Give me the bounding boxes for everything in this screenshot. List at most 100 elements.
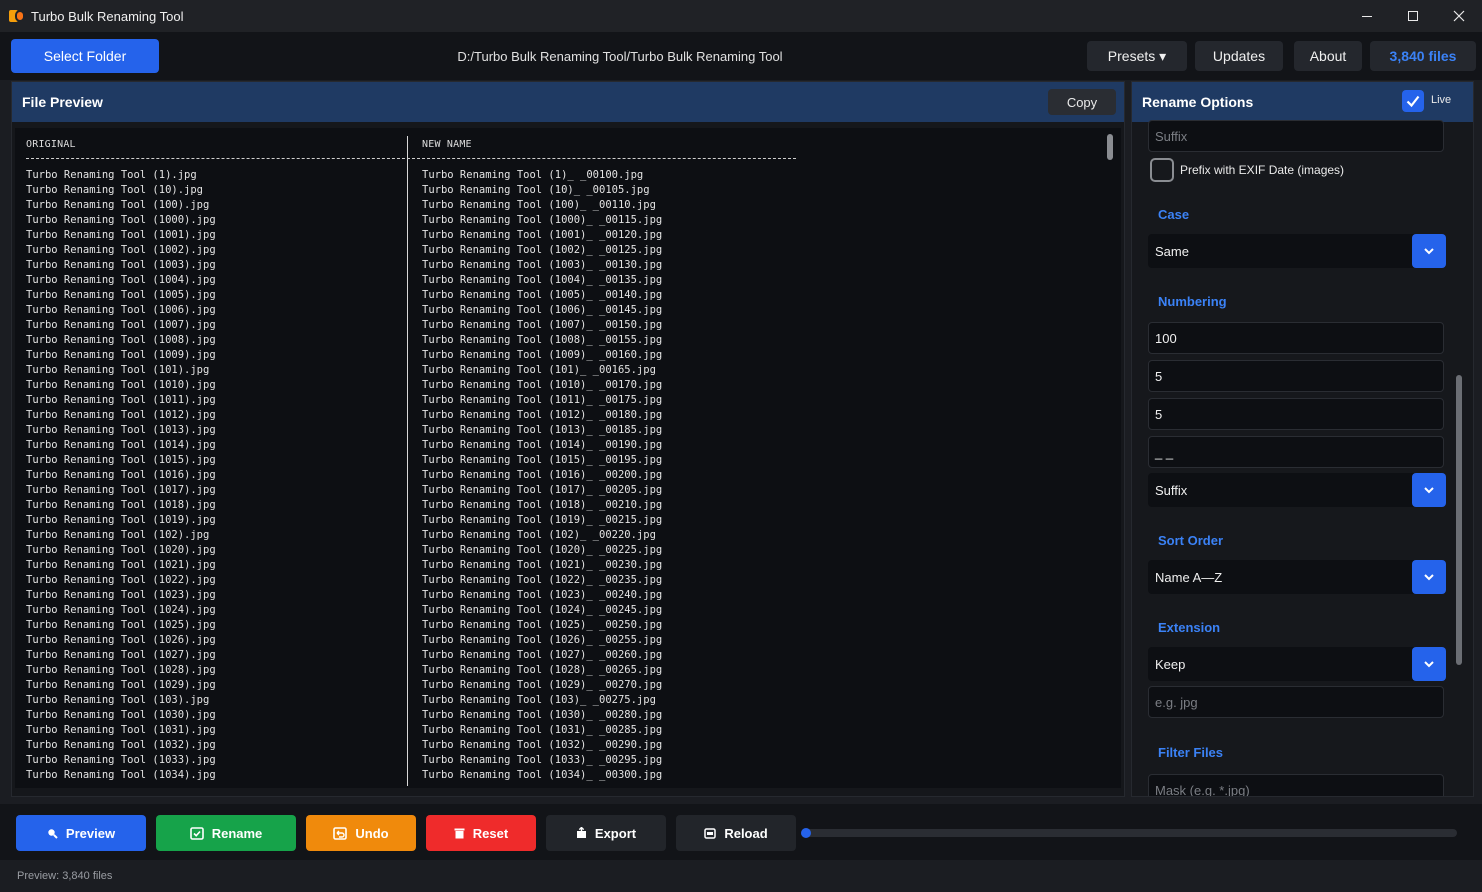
original-filename: Turbo Renaming Tool (1032).jpg (26, 739, 216, 751)
original-filename: Turbo Renaming Tool (1013).jpg (26, 424, 216, 436)
original-filename: Turbo Renaming Tool (1024).jpg (26, 604, 216, 616)
chevron-down-icon[interactable] (1412, 473, 1446, 507)
original-filename: Turbo Renaming Tool (1031).jpg (26, 724, 216, 736)
original-filename: Turbo Renaming Tool (1016).jpg (26, 469, 216, 481)
action-bar: Preview Rename Undo Reset Export Reload (0, 804, 1482, 860)
numbering-start-input[interactable]: 100 (1148, 322, 1444, 354)
new-filename: Turbo Renaming Tool (1031)_ _00285.jpg (422, 724, 663, 736)
undo-label: Undo (355, 825, 389, 841)
original-filename: Turbo Renaming Tool (1004).jpg (26, 274, 216, 286)
reload-icon (704, 827, 717, 839)
sort-order-select[interactable]: Name A—Z (1148, 560, 1446, 594)
new-filename: Turbo Renaming Tool (102)_ _00220.jpg (422, 529, 656, 541)
filter-mask-input[interactable]: Mask (e.g. *.jpg) (1148, 774, 1444, 796)
exif-date-checkbox[interactable] (1150, 158, 1174, 182)
numbering-position-value: Suffix (1155, 482, 1188, 498)
filter-files-section-title: Filter Files (1158, 745, 1224, 760)
new-filename: Turbo Renaming Tool (1008)_ _00155.jpg (422, 334, 663, 346)
minimize-icon (1362, 15, 1372, 17)
original-filename: Turbo Renaming Tool (100).jpg (26, 199, 210, 211)
reset-button[interactable]: Reset (426, 815, 536, 851)
original-filename: Turbo Renaming Tool (1025).jpg (26, 619, 216, 631)
new-filename: Turbo Renaming Tool (1013)_ _00185.jpg (422, 424, 663, 436)
new-filename: Turbo Renaming Tool (1011)_ _00175.jpg (422, 394, 663, 406)
sort-order-value: Name A—Z (1155, 569, 1223, 585)
select-folder-button[interactable]: Select Folder (11, 39, 159, 73)
live-checkbox[interactable] (1402, 90, 1424, 112)
extension-input[interactable]: e.g. jpg (1148, 686, 1444, 718)
original-filename: Turbo Renaming Tool (1002).jpg (26, 244, 216, 256)
extension-select[interactable]: Keep (1148, 647, 1446, 681)
original-filename: Turbo Renaming Tool (1007).jpg (26, 319, 216, 331)
original-filename: Turbo Renaming Tool (1034).jpg (26, 769, 216, 781)
window-controls (1344, 0, 1482, 32)
new-filename: Turbo Renaming Tool (1003)_ _00130.jpg (422, 259, 663, 271)
original-filename: Turbo Renaming Tool (1026).jpg (26, 634, 216, 646)
new-filename: Turbo Renaming Tool (1012)_ _00180.jpg (422, 409, 663, 421)
new-filename: Turbo Renaming Tool (1017)_ _00205.jpg (422, 484, 663, 496)
undo-button[interactable]: Undo (306, 815, 416, 851)
numbering-step-input[interactable]: 5 (1148, 360, 1444, 392)
rename-options-header: Rename Options Live (1132, 82, 1473, 122)
title-bar: Turbo Bulk Renaming Tool (0, 0, 1482, 32)
original-filename: Turbo Renaming Tool (1).jpg (26, 169, 197, 181)
original-filename: Turbo Renaming Tool (1021).jpg (26, 559, 216, 571)
presets-button[interactable]: Presets ▾ (1087, 41, 1187, 71)
original-filename: Turbo Renaming Tool (1008).jpg (26, 334, 216, 346)
new-filename: Turbo Renaming Tool (1018)_ _00210.jpg (422, 499, 663, 511)
copy-button[interactable]: Copy (1048, 89, 1116, 115)
new-filename: Turbo Renaming Tool (1016)_ _00200.jpg (422, 469, 663, 481)
new-filename: Turbo Renaming Tool (1019)_ _00215.jpg (422, 514, 663, 526)
options-scrollbar[interactable] (1456, 375, 1462, 665)
new-filename: Turbo Renaming Tool (101)_ _00165.jpg (422, 364, 656, 376)
numbering-position-select[interactable]: Suffix (1148, 473, 1446, 507)
case-select[interactable]: Same (1148, 234, 1446, 268)
case-section-title: Case (1158, 207, 1190, 222)
column-separator (407, 136, 408, 786)
rename-options-panel: Rename Options Live Suffix Prefix with E… (1131, 81, 1474, 797)
close-button[interactable] (1436, 0, 1482, 32)
new-filename: Turbo Renaming Tool (1032)_ _00290.jpg (422, 739, 663, 751)
suffix-input[interactable]: Suffix (1148, 120, 1444, 152)
new-filename: Turbo Renaming Tool (1)_ _00100.jpg (422, 169, 644, 181)
export-label: Export (594, 825, 637, 841)
original-filename: Turbo Renaming Tool (1015).jpg (26, 454, 216, 466)
maximize-icon (1408, 11, 1418, 21)
live-label: Live (1431, 94, 1452, 106)
search-icon (48, 828, 58, 839)
preview-scrollbar[interactable] (1107, 134, 1113, 160)
chevron-down-icon[interactable] (1412, 647, 1446, 681)
rename-label: Rename (211, 825, 263, 841)
numbering-separator-input[interactable]: _ _ (1148, 436, 1444, 468)
reload-button[interactable]: Reload (676, 815, 796, 851)
export-button[interactable]: Export (546, 815, 666, 851)
preview-button[interactable]: Preview (16, 815, 146, 851)
new-filename: Turbo Renaming Tool (1025)_ _00250.jpg (422, 619, 663, 631)
new-filename: Turbo Renaming Tool (103)_ _00275.jpg (422, 694, 656, 706)
original-filename: Turbo Renaming Tool (1000).jpg (26, 214, 216, 226)
new-filename: Turbo Renaming Tool (1015)_ _00195.jpg (422, 454, 663, 466)
numbering-padding-input[interactable]: 5 (1148, 398, 1444, 430)
original-filename: Turbo Renaming Tool (1006).jpg (26, 304, 216, 316)
new-filename: Turbo Renaming Tool (1005)_ _00140.jpg (422, 289, 663, 301)
preview-text-area[interactable]: ORIGINAL NEW NAME Turbo Renaming Tool (1… (15, 128, 1121, 788)
original-filename: Turbo Renaming Tool (1010).jpg (26, 379, 216, 391)
original-filename: Turbo Renaming Tool (1033).jpg (26, 754, 216, 766)
new-filename: Turbo Renaming Tool (100)_ _00110.jpg (422, 199, 656, 211)
rename-button[interactable]: Rename (156, 815, 296, 851)
export-icon (576, 827, 586, 838)
new-filename: Turbo Renaming Tool (1024)_ _00245.jpg (422, 604, 663, 616)
new-filename: Turbo Renaming Tool (1002)_ _00125.jpg (422, 244, 663, 256)
maximize-button[interactable] (1390, 0, 1436, 32)
original-filename: Turbo Renaming Tool (1003).jpg (26, 259, 216, 271)
about-button[interactable]: About (1294, 41, 1362, 71)
minimize-button[interactable] (1344, 0, 1390, 32)
chevron-down-icon[interactable] (1412, 234, 1446, 268)
file-preview-title: File Preview (22, 94, 103, 110)
new-filename: Turbo Renaming Tool (10)_ _00105.jpg (422, 184, 650, 196)
new-filename: Turbo Renaming Tool (1009)_ _00160.jpg (422, 349, 663, 361)
chevron-down-icon[interactable] (1412, 560, 1446, 594)
new-filename: Turbo Renaming Tool (1028)_ _00265.jpg (422, 664, 663, 676)
header-divider (26, 158, 796, 159)
updates-button[interactable]: Updates (1195, 41, 1283, 71)
